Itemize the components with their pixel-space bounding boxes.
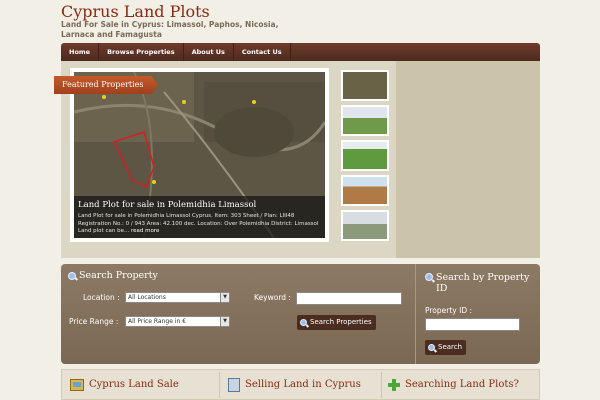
- chevron-down-icon: ▼: [220, 293, 229, 302]
- thumbnail-1[interactable]: [341, 70, 389, 101]
- featured-main-image[interactable]: Land Plot for sale in Polemidhia Limasso…: [70, 68, 329, 242]
- featured-side-panel: [396, 61, 540, 258]
- plus-icon: [388, 378, 400, 391]
- location-select[interactable]: All Locations ▼: [125, 292, 230, 303]
- widget-selling-land: Selling Land in Cyprus: [228, 369, 361, 400]
- featured-excerpt: Land Plot for sale in Polemidhia Limasso…: [78, 213, 319, 234]
- nav-home[interactable]: Home: [61, 43, 100, 61]
- nav-about-us[interactable]: About Us: [184, 43, 234, 61]
- thumbnail-strip: [341, 70, 389, 245]
- thumbnail-4[interactable]: [341, 175, 389, 206]
- nav-browse-properties[interactable]: Browse Properties: [99, 43, 184, 61]
- location-label: Location :: [83, 293, 120, 302]
- thumbnail-5[interactable]: [341, 210, 389, 241]
- nav-contact-us[interactable]: Contact Us: [234, 43, 291, 61]
- widget-divider: [381, 372, 382, 398]
- property-id-input[interactable]: [425, 318, 520, 331]
- property-id-label: Property ID :: [425, 306, 473, 315]
- main-navigation: Home Browse Properties About Us Contact …: [61, 43, 540, 61]
- search-by-id-heading: Search by Property ID: [425, 272, 535, 294]
- search-by-id-button[interactable]: Search: [425, 340, 467, 355]
- document-icon: [228, 377, 240, 392]
- site-title[interactable]: Cyprus Land Plots: [61, 2, 210, 21]
- house-icon: [70, 378, 84, 391]
- search-icon: [68, 271, 76, 280]
- featured-properties-label: Featured Properties: [54, 76, 158, 94]
- search-icon: [300, 319, 307, 326]
- widget-divider: [219, 372, 220, 398]
- search-panel-divider: [415, 264, 416, 364]
- chevron-down-icon: ▼: [220, 317, 229, 326]
- thumbnail-3[interactable]: [341, 140, 389, 171]
- keyword-label: Keyword :: [254, 293, 291, 302]
- price-range-label: Price Range :: [69, 317, 119, 326]
- search-icon: [425, 273, 433, 281]
- featured-caption: Land Plot for sale in Polemidhia Limasso…: [74, 196, 325, 238]
- read-more-link[interactable]: read more: [131, 228, 159, 234]
- site-description: Land For Sale in Cyprus: Limassol, Papho…: [61, 20, 279, 39]
- thumbnail-2[interactable]: [341, 105, 389, 136]
- widget-searching-land: Searching Land Plots?: [388, 369, 519, 400]
- search-property-heading: Search Property: [68, 270, 158, 281]
- featured-title[interactable]: Land Plot for sale in Polemidhia Limasso…: [78, 199, 321, 211]
- widget-cyprus-land-sale: Cyprus Land Sale: [70, 369, 179, 400]
- keyword-input[interactable]: [296, 292, 402, 305]
- search-icon: [428, 344, 435, 351]
- search-properties-button[interactable]: Search Properties: [297, 315, 376, 330]
- price-range-select[interactable]: All Price Range in € ▼: [125, 316, 230, 327]
